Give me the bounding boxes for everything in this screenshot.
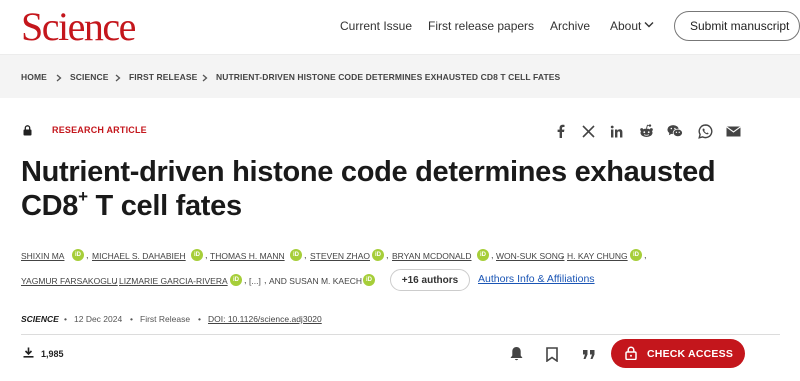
chevron-right-icon [56,74,62,82]
wechat-icon[interactable] [667,123,683,139]
breadcrumb-home[interactable]: HOME [21,72,47,82]
author-link[interactable]: LIZMARIE GARCIA-RIVERA [119,276,228,286]
orcid-icon[interactable]: iD [372,249,384,261]
author-link[interactable]: YAGMUR FARSAKOGLU [21,276,118,286]
check-access-button[interactable]: CHECK ACCESS [611,339,745,368]
email-icon[interactable] [725,123,741,139]
divider [21,334,780,335]
author-link[interactable]: THOMAS H. MANN [210,251,285,261]
nav-first-release[interactable]: First release papers [428,19,534,33]
orcid-icon[interactable]: iD [230,274,242,286]
meta-separator: • [64,314,67,324]
site-header: Science Current Issue First release pape… [0,0,800,54]
publication-status: First Release [140,314,191,324]
more-authors-button[interactable]: +16 authors [390,269,470,291]
orcid-icon[interactable]: iD [630,249,642,261]
download-count: 1,985 [41,349,64,359]
chevron-right-icon [115,74,121,82]
quote-icon[interactable] [580,345,598,363]
lock-icon [23,125,32,136]
title-superscript: + [78,187,88,207]
author-link[interactable]: BRYAN MCDONALD [392,251,472,261]
orcid-icon[interactable]: iD [72,249,84,261]
publication-date: 12 Dec 2024 [74,314,123,324]
chevron-down-icon[interactable] [644,21,654,29]
nav-current-issue[interactable]: Current Issue [340,19,412,33]
meta-separator: • [130,314,133,324]
orcid-icon[interactable]: iD [290,249,302,261]
bell-icon[interactable] [507,345,525,363]
journal-name[interactable]: SCIENCE [21,314,59,324]
facebook-icon[interactable] [552,123,568,139]
article-title: Nutrient-driven histone code determines … [21,155,761,223]
doi-link[interactable]: DOI: 10.1126/science.adj3020 [208,314,322,324]
title-text-end: T cell fates [87,190,243,222]
whatsapp-icon[interactable] [697,123,713,139]
download-icon [23,347,34,358]
breadcrumb: HOME SCIENCE FIRST RELEASE NUTRIENT-DRIV… [0,54,800,98]
linkedin-icon[interactable] [608,123,624,139]
chevron-right-icon [202,74,208,82]
orcid-icon[interactable]: iD [363,274,375,286]
x-icon[interactable] [580,123,596,139]
check-access-label: CHECK ACCESS [647,347,734,360]
authors-affiliations-link[interactable]: Authors Info & Affiliations [478,273,595,285]
author-link[interactable]: AND SUSAN M. KAECH [269,276,362,286]
nav-archive[interactable]: Archive [550,19,590,33]
breadcrumb-current: NUTRIENT-DRIVEN HISTONE CODE DETERMINES … [216,72,561,82]
submit-manuscript-button[interactable]: Submit manuscript [674,11,800,41]
breadcrumb-science[interactable]: SCIENCE [70,72,109,82]
authors-ellipsis[interactable]: [...] [249,276,261,286]
reddit-icon[interactable] [638,123,654,139]
article-type-label: RESEARCH ARTICLE [52,125,147,135]
orcid-icon[interactable]: iD [477,249,489,261]
author-link[interactable]: H. KAY CHUNG [567,251,628,261]
lock-icon [625,346,637,360]
nav-about[interactable]: About [610,19,641,33]
orcid-icon[interactable]: iD [191,249,203,261]
bookmark-icon[interactable] [543,345,561,363]
breadcrumb-first-release[interactable]: FIRST RELEASE [129,72,197,82]
author-link[interactable]: STEVEN ZHAO [310,251,370,261]
meta-separator: • [198,314,201,324]
science-logo[interactable]: Science [21,4,136,50]
author-link[interactable]: MICHAEL S. DAHABIEH [92,251,186,261]
author-link[interactable]: SHIXIN MA [21,251,64,261]
author-link[interactable]: WON-SUK SONG [496,251,564,261]
